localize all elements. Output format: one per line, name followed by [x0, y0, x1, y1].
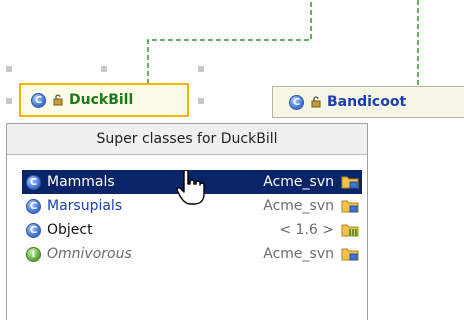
selection-handle[interactable]	[101, 66, 107, 72]
svn-folder-icon	[341, 176, 359, 189]
unlocked-icon	[53, 94, 63, 106]
class-icon: C	[31, 92, 46, 108]
class-icon: C	[289, 94, 304, 110]
interface-name: Omnivorous	[47, 246, 132, 262]
unlocked-icon	[311, 96, 321, 108]
super-classes-popup: Super classes for DuckBill C Mammals Acm…	[6, 123, 368, 320]
svn-folder-icon	[341, 200, 359, 213]
class-node-bandicoot[interactable]: C Bandicoot	[272, 86, 464, 118]
popup-title: Super classes for DuckBill	[7, 124, 367, 155]
edge-duckbill-to-parent	[147, 0, 312, 84]
selection-handle[interactable]	[198, 66, 204, 72]
library-folder-icon	[341, 224, 359, 237]
svn-folder-icon	[341, 248, 359, 261]
repository-label: Acme_svn	[263, 198, 334, 214]
selection-handle[interactable]	[6, 66, 12, 72]
list-item-object[interactable]: C Object < 1.6 >	[22, 218, 362, 242]
interface-icon: I	[26, 246, 41, 262]
class-name: DuckBill	[69, 92, 134, 108]
class-icon: C	[26, 174, 41, 190]
class-icon: C	[26, 198, 41, 214]
class-name: Mammals	[47, 174, 115, 190]
selection-handle[interactable]	[6, 98, 12, 104]
class-name: Object	[47, 222, 93, 238]
hand-pointer-icon	[176, 170, 205, 205]
class-name: Marsupials	[47, 198, 123, 214]
repository-label: < 1.6 >	[279, 222, 334, 238]
list-item-omnivorous[interactable]: I Omnivorous Acme_svn	[22, 242, 362, 266]
class-name: Bandicoot	[327, 94, 407, 110]
repository-label: Acme_svn	[263, 174, 334, 190]
repository-label: Acme_svn	[263, 246, 334, 262]
selection-handle[interactable]	[198, 98, 204, 104]
class-node-duckbill[interactable]: C DuckBill	[19, 83, 189, 117]
class-icon: C	[26, 222, 41, 238]
